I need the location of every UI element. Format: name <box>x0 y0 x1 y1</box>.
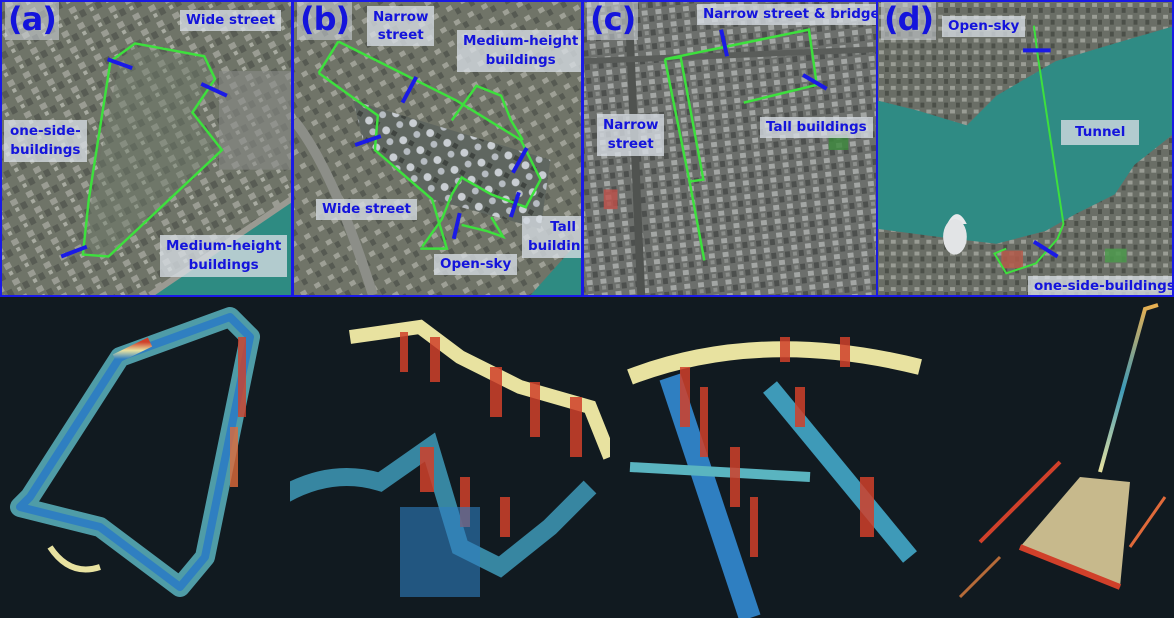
tag-tall-buildings: Tallbuildings <box>522 216 581 258</box>
tag-wide-street: Wide street <box>316 199 417 220</box>
satellite-map-d <box>878 2 1172 295</box>
tag-wide-street: Wide street <box>180 10 281 31</box>
satellite-map-row: (a) Wide street one-side-buildings Mediu… <box>0 0 1174 297</box>
tag-one-side-buildings: one-side-buildings <box>1028 276 1172 295</box>
tag-narrow-street: Narrow street <box>597 114 665 156</box>
panel-label-a: (a) <box>5 2 59 40</box>
point-cloud-map-c <box>627 337 922 618</box>
panel-label-c: (c) <box>587 2 639 40</box>
point-cloud-d <box>940 297 1174 618</box>
point-cloud-c <box>610 297 940 618</box>
point-cloud-map-a <box>10 307 260 597</box>
scenario-figure: (a) Wide street one-side-buildings Mediu… <box>0 0 1174 618</box>
tag-narrow-street: Narrow street <box>367 6 435 46</box>
map-panel-d: (d) Open-sky Tunnel one-side-buildings <box>876 0 1174 297</box>
tag-narrow-street-bridge: Narrow street & bridge <box>697 4 876 25</box>
tag-tall-buildings: Tall buildings <box>760 117 873 138</box>
point-cloud-a <box>0 297 290 618</box>
map-panel-c: (c) Narrow street & bridge Narrow street … <box>582 0 878 297</box>
tag-one-side-buildings: one-side-buildings <box>4 120 87 162</box>
point-cloud-row <box>0 297 1174 618</box>
map-panel-b: (b) Narrow street Medium-height buildings … <box>292 0 583 297</box>
panel-label-d: (d) <box>881 2 937 40</box>
map-panel-a: (a) Wide street one-side-buildings Mediu… <box>0 0 293 297</box>
panel-label-b: (b) <box>297 2 353 40</box>
point-cloud-b <box>290 297 610 618</box>
tag-open-sky: Open-sky <box>942 16 1026 37</box>
tag-open-sky: Open-sky <box>434 254 518 275</box>
point-cloud-map-b <box>290 319 610 597</box>
point-cloud-map-d <box>958 303 1167 599</box>
tag-medium-height-buildings: Medium-height buildings <box>160 235 288 277</box>
tag-medium-height-buildings: Medium-height buildings <box>457 30 581 72</box>
tag-tunnel: Tunnel <box>1061 120 1140 145</box>
